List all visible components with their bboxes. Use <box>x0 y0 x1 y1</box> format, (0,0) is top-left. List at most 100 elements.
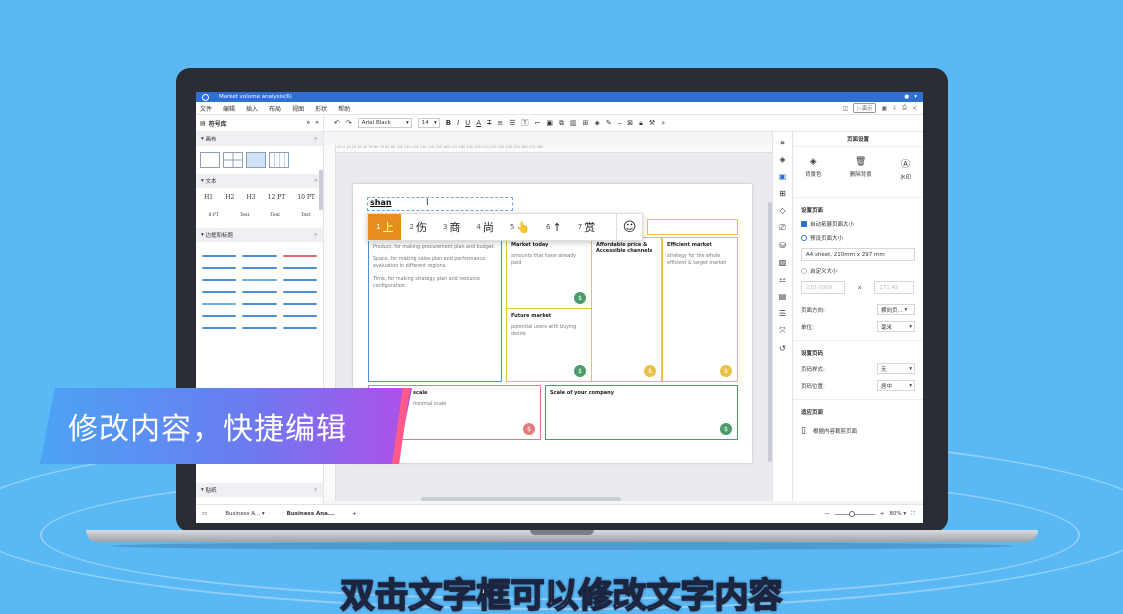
image-icon[interactable]: ▨ <box>779 258 787 267</box>
grid-icon[interactable]: ⊞ <box>779 189 786 198</box>
page-tab[interactable]: Business A... ▾ <box>221 509 268 519</box>
text-style-h3[interactable]: H3 <box>246 194 255 201</box>
text-style-8pt[interactable]: 8 PT <box>208 213 218 218</box>
background-color-button[interactable]: ◈ 背景色 <box>805 157 822 181</box>
section-stickers[interactable]: ▾ 贴纸 × <box>196 483 323 497</box>
collapse-icon[interactable]: « <box>315 119 319 127</box>
presentation-icon[interactable]: ⎚ <box>779 223 785 233</box>
menu-shape[interactable]: 形状 <box>315 104 327 113</box>
canvas-scrollbar-horizontal[interactable] <box>421 497 621 501</box>
close-icon[interactable]: × <box>313 178 318 184</box>
database-icon[interactable]: ⛁ <box>779 241 786 250</box>
preset-size-radio[interactable]: 预设页面大小 <box>801 234 915 242</box>
tools-icon[interactable]: ⚒ <box>649 119 655 127</box>
zoom-in-icon[interactable]: + <box>880 511 885 517</box>
close-icon[interactable]: × <box>313 487 318 493</box>
expand-panel-icon[interactable]: » <box>780 138 785 147</box>
border-shape[interactable] <box>202 299 317 308</box>
share-icon[interactable]: ≺ <box>912 105 917 112</box>
page-tab-active[interactable]: Business Ana... <box>283 509 339 519</box>
delete-background-button[interactable]: 🗑︎ 删除背景 <box>850 157 872 181</box>
border-shape[interactable] <box>202 263 317 272</box>
zoom-slider[interactable] <box>834 510 875 517</box>
search-icon[interactable]: ⌕ <box>307 119 310 127</box>
list-icon[interactable]: ☰ <box>509 119 515 127</box>
print-icon[interactable]: ⎙ <box>902 104 907 112</box>
ime-candidate[interactable]: 6 ↑ <box>538 214 570 240</box>
font-size-select[interactable]: 14 ▾ <box>417 118 440 128</box>
find-icon[interactable]: ⌕ <box>661 119 665 128</box>
layer-icon[interactable]: ▥ <box>570 119 577 127</box>
layers-icon[interactable]: ◇ <box>779 206 785 215</box>
font-family-select[interactable]: Arial Black ▾ <box>357 118 412 128</box>
menu-view[interactable]: 视图 <box>292 104 304 113</box>
menu-edit[interactable]: 编辑 <box>223 104 235 113</box>
italic-icon[interactable]: I <box>457 119 459 127</box>
editing-textbox[interactable]: shan <box>367 197 513 211</box>
redo-icon[interactable]: ↷ <box>346 119 352 127</box>
ime-candidate[interactable]: 3商 <box>435 214 468 240</box>
bold-icon[interactable]: B <box>446 119 451 127</box>
width-input[interactable]: 210.0000 <box>801 281 845 294</box>
fit-icon[interactable]: ⤧ <box>779 326 785 336</box>
border-shape[interactable] <box>202 275 317 284</box>
border-shape[interactable] <box>202 311 317 320</box>
menu-help[interactable]: 帮助 <box>338 104 350 113</box>
text-style-10pt[interactable]: 10 PT <box>297 194 315 201</box>
window-menu-icon[interactable]: ▾ <box>914 94 917 100</box>
section-borders[interactable]: ▾ 边框和标题 × <box>196 228 323 242</box>
canvas-shape[interactable] <box>246 152 266 168</box>
menu-file[interactable]: 文件 <box>200 104 212 113</box>
line-style-icon[interactable]: ⎯ <box>618 119 622 128</box>
border-shape[interactable] <box>202 323 317 332</box>
crop-icon[interactable]: ⊠ <box>627 119 633 127</box>
pen-icon[interactable]: ✎ <box>606 119 612 127</box>
undo-icon[interactable]: ↶ <box>334 119 340 127</box>
present-button[interactable]: ▷演示 <box>853 103 877 113</box>
text-style-block[interactable]: Text <box>301 213 311 218</box>
border-shape[interactable] <box>202 287 317 296</box>
align-icon[interactable]: ≡ <box>497 119 503 127</box>
shape-icon[interactable]: ⌐ <box>535 119 541 127</box>
card-efficient[interactable]: Efficient market strategy for the whole … <box>662 237 738 382</box>
book-icon[interactable]: ◫ <box>843 105 849 112</box>
preset-size-select[interactable]: A4 sheet, 210mm x 297 mm <box>801 248 915 261</box>
auto-expand-checkbox[interactable]: 自动拓展页面大小 <box>801 220 915 228</box>
ime-candidate[interactable]: 7赏 <box>570 214 603 240</box>
library-scrollbar[interactable] <box>319 170 323 210</box>
section-canvas[interactable]: ▾ 画布 × <box>196 132 323 146</box>
zoom-level[interactable]: 80% ▾ <box>889 511 906 517</box>
fullscreen-icon[interactable]: ⛶ <box>911 511 915 518</box>
table-icon[interactable]: ▤ <box>779 292 787 301</box>
canvas-shape[interactable] <box>269 152 289 168</box>
card-market-segments[interactable]: Product, for making procurement plan and… <box>368 237 502 382</box>
unit-select[interactable]: 毫米 ▾ <box>877 321 915 332</box>
underline-icon[interactable]: U <box>465 119 470 127</box>
font-color-icon[interactable]: A <box>476 119 481 127</box>
strikethrough-icon[interactable]: T <box>487 119 491 127</box>
page-number-style-select[interactable]: 无 ▾ <box>877 363 915 374</box>
page-layout-icon[interactable]: ▭ <box>202 511 207 517</box>
textbox-icon[interactable]: 🅃 <box>522 118 529 128</box>
tree-icon[interactable]: ⚏ <box>779 275 786 284</box>
export-icon[interactable]: ⇩ <box>892 105 897 112</box>
fill-icon[interactable]: ◈ <box>595 119 600 127</box>
image-icon[interactable]: ▣ <box>546 119 553 127</box>
history-icon[interactable]: ↺ <box>779 344 786 353</box>
text-style-block[interactable]: Text <box>270 213 280 218</box>
text-style-h2[interactable]: H2 <box>225 194 234 201</box>
ime-candidate[interactable]: 1上 <box>368 214 402 240</box>
list-icon[interactable]: ☰ <box>779 309 786 318</box>
page-settings-icon[interactable]: ▣ <box>779 172 787 181</box>
ime-candidate[interactable]: 4尚 <box>468 214 501 240</box>
zoom-out-icon[interactable]: — <box>824 511 830 517</box>
card-affordable[interactable]: Affordable price & Accessible channels $ <box>591 237 662 382</box>
menu-layout[interactable]: 布局 <box>269 104 281 113</box>
canvas-shape[interactable] <box>223 152 243 168</box>
custom-size-radio[interactable]: 自定义大小 <box>801 267 915 275</box>
copy-style-icon[interactable]: ⧉ <box>559 119 564 128</box>
text-style-h1[interactable]: H1 <box>204 194 213 201</box>
add-page-button[interactable]: + <box>352 511 357 517</box>
menu-insert[interactable]: 插入 <box>246 104 258 113</box>
orientation-select[interactable]: 横向页... ▾ <box>877 304 915 315</box>
